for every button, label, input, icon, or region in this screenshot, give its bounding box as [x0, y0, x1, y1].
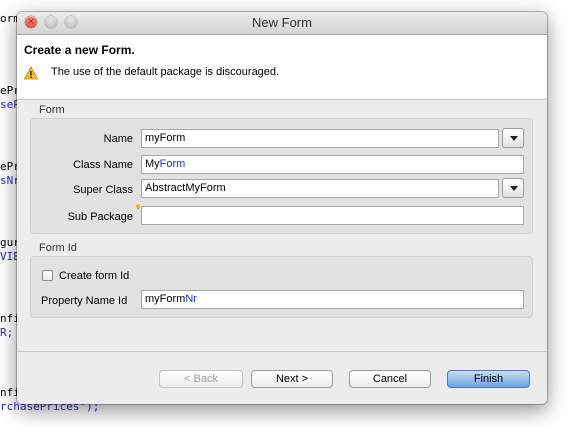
wizard-title: Create a new Form.	[24, 43, 135, 57]
new-form-dialog: × New Form Create a new Form. The use of…	[17, 12, 547, 404]
name-label: Name	[103, 133, 133, 145]
wizard-header: Create a new Form. The use of the defaul…	[17, 35, 547, 100]
next-button[interactable]: Next >	[251, 370, 333, 388]
class-name-prefix: My	[145, 158, 160, 170]
form-id-group-label: Form Id	[39, 242, 77, 254]
name-dropdown-button[interactable]	[502, 128, 524, 148]
property-name-id-label: Property Name Id	[41, 295, 128, 307]
property-name-prefix: myForm	[145, 293, 186, 305]
create-form-id-checkbox[interactable]	[42, 270, 53, 281]
property-name-suffix: Nr	[185, 293, 197, 305]
sub-package-label: Sub Package	[67, 211, 133, 223]
content-assist-icon	[136, 204, 140, 209]
super-class-input[interactable]: AbstractMyForm	[141, 179, 499, 198]
class-name-label: Class Name	[73, 159, 133, 171]
super-class-label: Super Class	[73, 184, 133, 196]
button-bar-separator	[17, 351, 547, 352]
sub-package-input[interactable]	[141, 206, 524, 225]
super-class-dropdown-button[interactable]	[502, 178, 524, 198]
finish-button[interactable]: Finish	[447, 370, 530, 388]
warning-icon	[24, 66, 38, 80]
chevron-down-icon	[510, 136, 518, 141]
property-name-id-input[interactable]: myFormNr	[141, 290, 524, 309]
back-button[interactable]: < Back	[159, 370, 243, 388]
name-input[interactable]: myForm	[141, 129, 499, 148]
chevron-down-icon	[510, 186, 518, 191]
code-line: R;	[0, 326, 14, 339]
cancel-button[interactable]: Cancel	[349, 370, 431, 388]
form-group-label: Form	[39, 104, 65, 116]
class-name-input[interactable]: MyForm	[141, 155, 524, 174]
window-title: New Form	[252, 15, 312, 30]
create-form-id-label[interactable]: Create form Id	[59, 270, 129, 282]
warning-message: The use of the default package is discou…	[51, 66, 280, 78]
title-bar[interactable]: × New Form	[17, 12, 547, 35]
class-name-suffix: Form	[159, 158, 186, 170]
